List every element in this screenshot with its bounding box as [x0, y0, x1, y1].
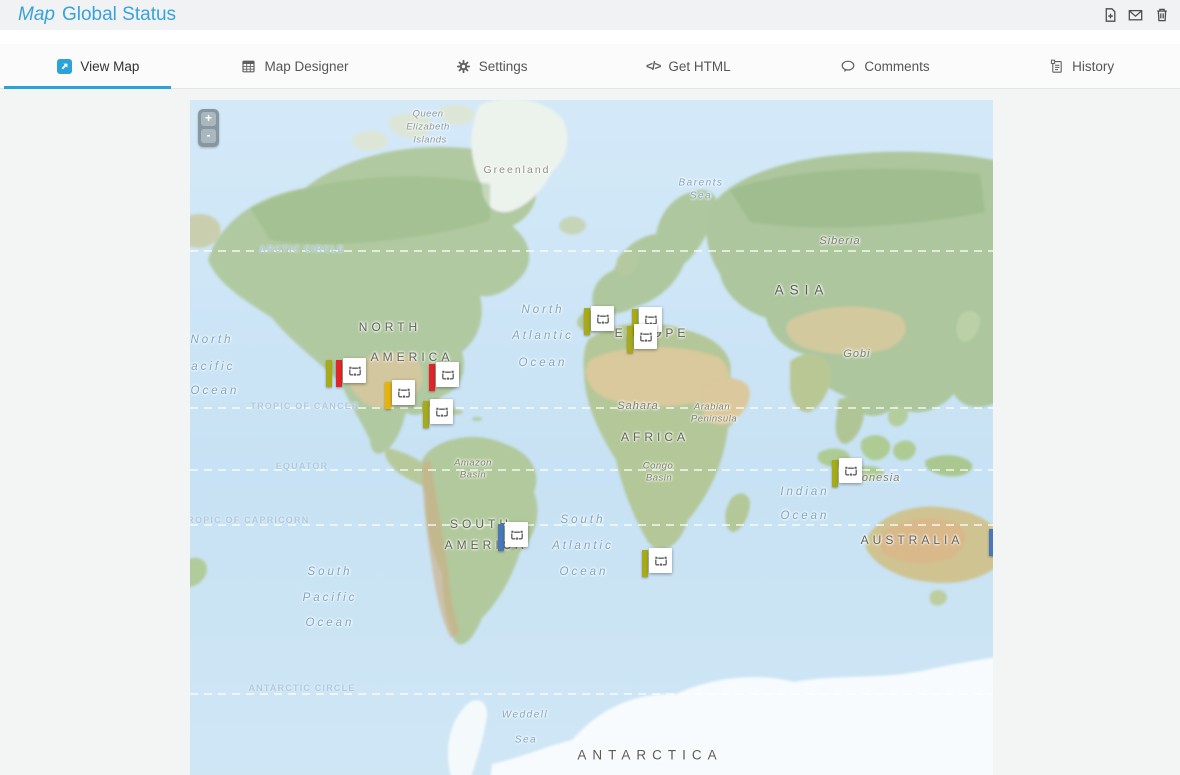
- status-bar-alarm: [336, 360, 342, 387]
- device-icon: [396, 385, 412, 401]
- envelope-icon[interactable]: [1127, 7, 1144, 24]
- content-area: NORTHAMERICAEUROPEASIAAFRICASOUTHAMERICA…: [0, 89, 1180, 775]
- device-icon: [595, 311, 611, 327]
- map-marker[interactable]: [642, 548, 672, 577]
- page-title-name: Global Status: [62, 4, 176, 26]
- map-marker[interactable]: [429, 362, 459, 391]
- zoom-in-button[interactable]: +: [201, 112, 216, 126]
- device-icon: [347, 363, 363, 379]
- status-bar-info: [498, 524, 504, 551]
- map-marker[interactable]: [498, 522, 528, 551]
- app-header: Map Global Status: [0, 0, 1180, 30]
- map-marker[interactable]: [423, 399, 453, 428]
- device-icon: [653, 553, 669, 569]
- header-actions: [1101, 7, 1170, 24]
- view-map-icon: [57, 59, 72, 74]
- tab-map-designer[interactable]: Map Designer: [197, 44, 394, 88]
- tab-settings[interactable]: Settings: [393, 44, 590, 88]
- status-bar-ok: [326, 360, 332, 387]
- marker-device-box[interactable]: [343, 358, 366, 383]
- map-marker[interactable]: [989, 527, 993, 556]
- marker-device-box[interactable]: [634, 324, 657, 349]
- page-title-prefix: Map: [18, 4, 55, 26]
- device-icon: [434, 404, 450, 420]
- status-bar-ok: [642, 550, 648, 577]
- map-marker[interactable]: [627, 324, 657, 353]
- export-file-icon[interactable]: [1101, 7, 1118, 24]
- tab-label: History: [1072, 59, 1114, 74]
- map-marker[interactable]: [832, 458, 862, 487]
- marker-device-box[interactable]: [430, 399, 453, 424]
- device-icon: [509, 527, 525, 543]
- marker-device-box[interactable]: [591, 306, 614, 331]
- map-zoom-control: + -: [198, 109, 219, 147]
- tab-label: Comments: [864, 59, 929, 74]
- world-map[interactable]: NORTHAMERICAEUROPEASIAAFRICASOUTHAMERICA…: [190, 100, 993, 775]
- tab-history[interactable]: History: [983, 44, 1180, 88]
- map-terrain: [190, 100, 993, 775]
- history-icon: [1049, 59, 1064, 74]
- settings-gear-icon: [456, 59, 471, 74]
- marker-device-box[interactable]: [436, 362, 459, 387]
- tab-comments[interactable]: Comments: [787, 44, 984, 88]
- tab-get-html[interactable]: </> Get HTML: [590, 44, 787, 88]
- tab-label: Map Designer: [264, 59, 348, 74]
- trash-icon[interactable]: [1153, 7, 1170, 24]
- marker-device-box[interactable]: [505, 522, 528, 547]
- status-bar-ok: [423, 401, 429, 428]
- zoom-out-button[interactable]: -: [201, 129, 216, 143]
- code-icon: </>: [646, 59, 660, 73]
- tab-bar: View Map Map Designer Settings </> Get H…: [0, 44, 1180, 89]
- tab-view-map[interactable]: View Map: [0, 44, 197, 88]
- status-bar-warning: [385, 382, 391, 409]
- marker-device-box[interactable]: [649, 548, 672, 573]
- device-icon: [440, 367, 456, 383]
- marker-device-box[interactable]: [839, 458, 862, 483]
- status-bar-ok: [627, 326, 633, 353]
- marker-device-box[interactable]: [392, 380, 415, 405]
- tab-label: Settings: [479, 59, 528, 74]
- map-marker[interactable]: [326, 358, 366, 387]
- map-marker[interactable]: [584, 306, 614, 335]
- status-bar-ok: [584, 308, 590, 335]
- device-icon: [638, 329, 654, 345]
- map-marker[interactable]: [385, 380, 415, 409]
- status-bar-alarm: [429, 364, 435, 391]
- tab-label: View Map: [80, 59, 139, 74]
- status-bar-info: [989, 529, 993, 556]
- map-designer-icon: [241, 59, 256, 74]
- comments-bubble-icon: [840, 59, 856, 74]
- tab-label: Get HTML: [668, 59, 730, 74]
- device-icon: [843, 463, 859, 479]
- page-title: Map Global Status: [18, 4, 176, 26]
- status-bar-ok: [832, 460, 838, 487]
